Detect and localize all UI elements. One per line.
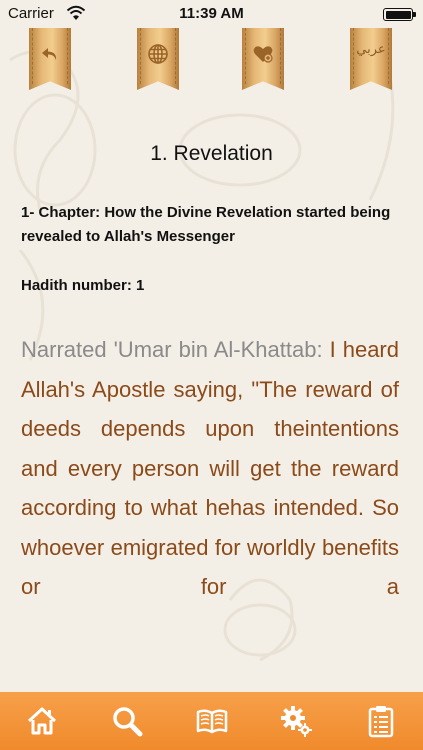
narrator-text: Narrated 'Umar bin Al-Khattab:: [21, 337, 323, 362]
back-button[interactable]: [29, 28, 71, 90]
book-icon: [196, 709, 227, 734]
status-bar: Carrier 11:39 AM: [0, 0, 423, 28]
tab-books[interactable]: [188, 697, 236, 745]
hadith-number: Hadith number: 1: [21, 277, 145, 294]
hadith-body: I heard Allah's Apostle saying, "The rew…: [21, 337, 399, 599]
search-icon: [113, 707, 143, 737]
tab-bar: [0, 692, 423, 750]
tab-search[interactable]: [103, 697, 151, 745]
language-button[interactable]: [137, 28, 179, 90]
back-arrow-icon: [42, 48, 57, 60]
home-icon: [27, 707, 57, 735]
chapter-heading: 1- Chapter: How the Divine Revelation st…: [21, 204, 391, 245]
tab-settings[interactable]: [272, 697, 320, 745]
clipboard-icon: [368, 706, 394, 738]
tab-home[interactable]: [18, 697, 66, 745]
clock: 11:39 AM: [179, 5, 244, 22]
heart-add-icon: [253, 46, 273, 63]
arabic-label: عربي: [356, 42, 386, 57]
settings-icon: [281, 706, 313, 737]
arabic-button[interactable]: عربي: [350, 28, 392, 90]
battery-icon: [383, 8, 416, 21]
page-title: 1. Revelation: [150, 142, 273, 165]
add-favorite-button[interactable]: [242, 28, 284, 90]
tab-clipboard[interactable]: [357, 697, 405, 745]
globe-icon: [148, 44, 168, 64]
hadith-text: Narrated 'Umar bin Al-Khattab: I heard A…: [21, 330, 399, 607]
